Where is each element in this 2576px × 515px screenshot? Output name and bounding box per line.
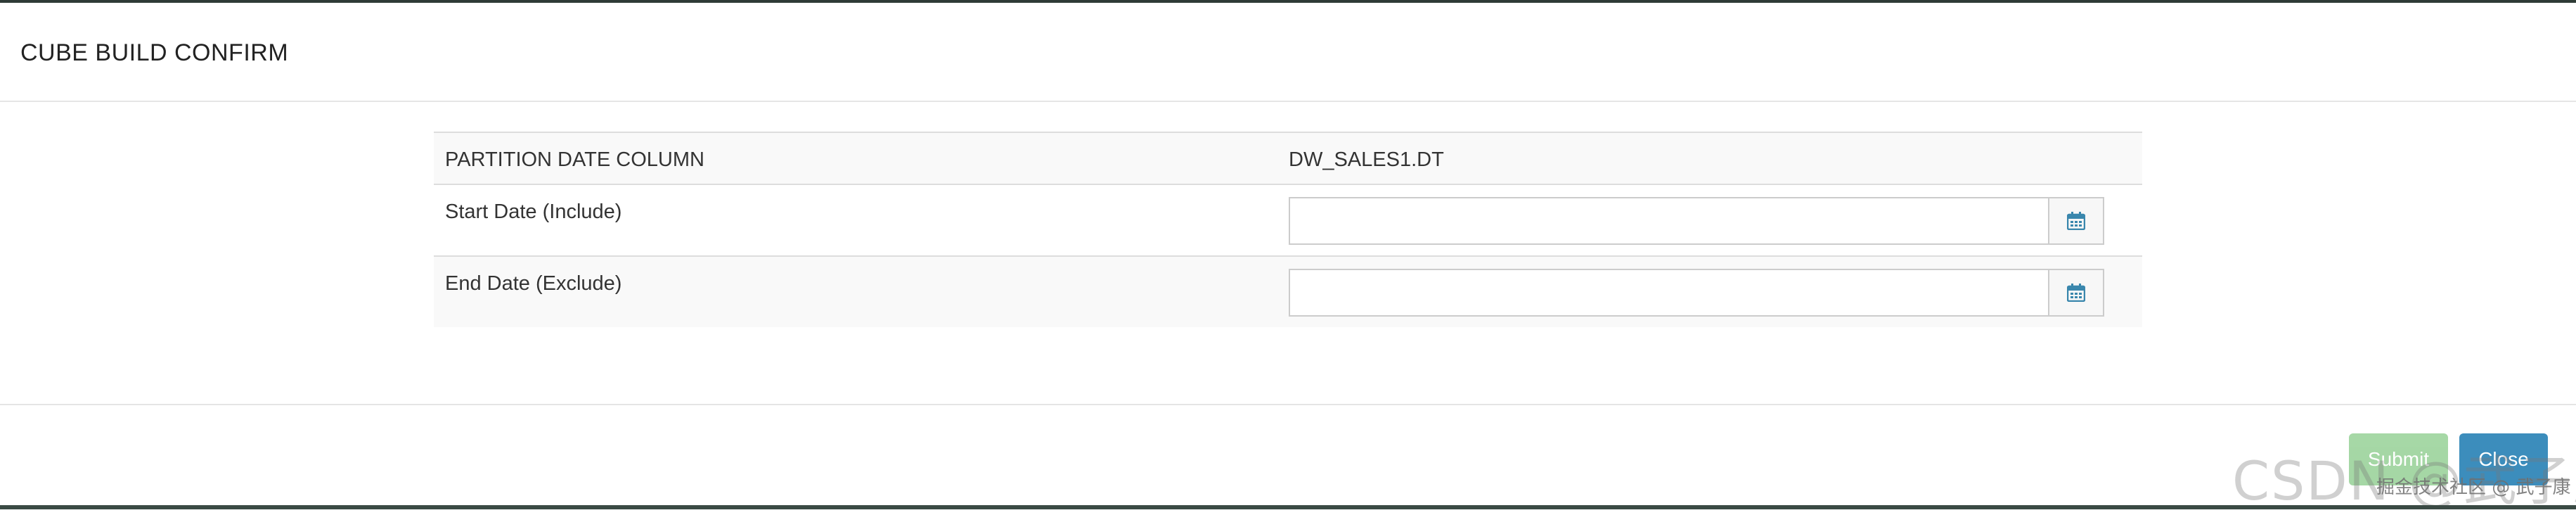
table-row: Start Date (Include) <box>434 184 2142 256</box>
calendar-icon <box>2067 284 2085 302</box>
partition-date-column-label: PARTITION DATE COLUMN <box>445 148 704 171</box>
end-date-label: End Date (Exclude) <box>445 272 622 295</box>
start-date-picker <box>1289 197 2104 245</box>
calendar-icon <box>2067 212 2085 230</box>
start-date-label: Start Date (Include) <box>445 201 622 223</box>
modal-title: CUBE BUILD CONFIRM <box>20 39 289 66</box>
table-row: End Date (Exclude) <box>434 255 2142 327</box>
table-row: PARTITION DATE COLUMN DW_SALES1.DT <box>434 132 2142 184</box>
start-date-calendar-button[interactable] <box>2048 197 2104 245</box>
start-date-input[interactable] <box>1289 197 2048 245</box>
modal-header: CUBE BUILD CONFIRM <box>0 3 2576 102</box>
juejin-watermark: 掘金技术社区 @ 武子康 <box>2376 477 2571 498</box>
build-confirm-table: PARTITION DATE COLUMN DW_SALES1.DT Start… <box>434 132 2142 327</box>
cube-build-confirm-dialog: CUBE BUILD CONFIRM PARTITION DATE COLUMN… <box>0 3 2576 505</box>
bottom-border <box>0 505 2576 509</box>
partition-date-column-value: DW_SALES1.DT <box>1289 148 1444 171</box>
end-date-input[interactable] <box>1289 269 2048 317</box>
end-date-picker <box>1289 269 2104 317</box>
modal-footer: Submit Close <box>0 404 2576 505</box>
end-date-calendar-button[interactable] <box>2048 269 2104 317</box>
